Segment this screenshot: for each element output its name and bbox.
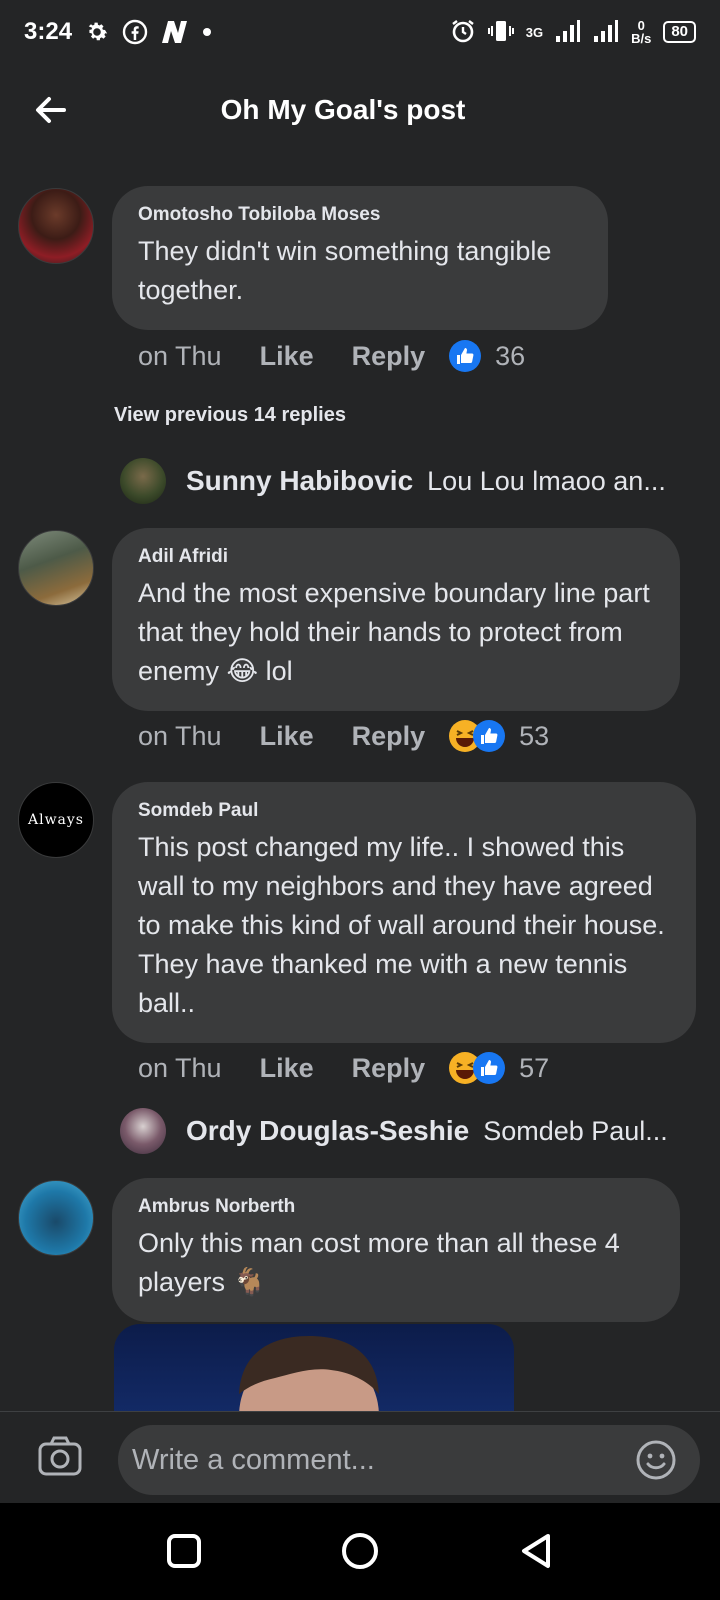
- network-type-label: 3G: [525, 24, 544, 40]
- avatar[interactable]: Always: [18, 782, 94, 858]
- reply-author: Ordy Douglas-Seshie: [186, 1115, 470, 1146]
- comment-actions: on Thu Like Reply 36: [138, 340, 525, 372]
- reply-preview[interactable]: Ordy Douglas-Seshie Somdeb Paul...: [120, 1108, 668, 1154]
- reply-snippet: Lou Lou lmaoo an...: [427, 465, 666, 496]
- system-navigation-bar: [0, 1503, 720, 1600]
- signal-2-icon: [593, 19, 619, 46]
- signal-icon: [555, 19, 581, 46]
- comment-attached-photo[interactable]: [114, 1324, 514, 1414]
- news-app-icon: [160, 19, 190, 45]
- avatar: [120, 1108, 166, 1154]
- reply-button[interactable]: Reply: [352, 1053, 426, 1084]
- reply-button[interactable]: Reply: [352, 341, 426, 372]
- avatar[interactable]: [18, 1180, 94, 1256]
- notification-dot-icon: [202, 27, 212, 37]
- comment-bubble[interactable]: Ambrus Norberth Only this man cost more …: [112, 1178, 680, 1322]
- reply-snippet: Somdeb Paul...: [483, 1115, 668, 1146]
- vibrate-icon: [487, 18, 514, 47]
- reply-author: Sunny Habibovic: [186, 465, 414, 496]
- network-type: 3G: [525, 24, 544, 40]
- avatar[interactable]: [18, 188, 94, 264]
- like-icon: [449, 340, 482, 372]
- like-button[interactable]: Like: [260, 721, 314, 752]
- post-header: Oh My Goal's post: [0, 64, 720, 156]
- avatar-logo-text: Always: [27, 812, 84, 828]
- camera-icon: [38, 1436, 82, 1476]
- status-bar: 3:24 3G 0 B/s 80: [0, 0, 720, 64]
- photo-person-head: [239, 1336, 379, 1414]
- comment-text: And the most expensive boundary line par…: [138, 578, 650, 686]
- comment-author[interactable]: Adil Afridi: [138, 546, 654, 568]
- reply-preview[interactable]: Sunny Habibovic Lou Lou lmaoo an...: [120, 458, 666, 504]
- like-button[interactable]: Like: [260, 1053, 314, 1084]
- comment-actions: on Thu Like Reply 53: [138, 720, 549, 752]
- battery-indicator: 80: [663, 21, 696, 43]
- circle-icon: [342, 1533, 378, 1569]
- like-button[interactable]: Like: [260, 341, 314, 372]
- reaction-count: 57: [519, 1052, 550, 1083]
- square-icon: [167, 1534, 201, 1568]
- reaction-count: 36: [495, 340, 526, 371]
- reaction-summary[interactable]: 57: [449, 1052, 549, 1084]
- comment-bubble[interactable]: Omotosho Tobiloba Moses They didn't win …: [112, 186, 608, 330]
- reply-button[interactable]: Reply: [352, 721, 426, 752]
- comment-bubble[interactable]: Adil Afridi And the most expensive bound…: [112, 528, 680, 711]
- reaction-count: 53: [519, 720, 550, 751]
- reaction-summary[interactable]: 53: [449, 720, 549, 752]
- camera-button[interactable]: [38, 1436, 82, 1476]
- comment-time: on Thu: [138, 720, 222, 751]
- emoji-button[interactable]: [636, 1440, 676, 1480]
- view-previous-replies-link[interactable]: View previous 14 replies: [114, 404, 346, 427]
- triangle-back-icon: [522, 1534, 550, 1568]
- network-speed-unit: B/s: [631, 31, 652, 46]
- status-time: 3:24: [24, 18, 73, 45]
- smiley-icon: [636, 1440, 676, 1480]
- comment-input[interactable]: [118, 1425, 700, 1495]
- recents-button[interactable]: [164, 1531, 204, 1571]
- comment-time: on Thu: [138, 1052, 222, 1083]
- comment-author[interactable]: Somdeb Paul: [138, 800, 670, 822]
- comment-author[interactable]: Omotosho Tobiloba Moses: [138, 204, 582, 226]
- comment-text: They didn't win something tangible toget…: [138, 236, 552, 305]
- back-nav-button[interactable]: [516, 1531, 556, 1571]
- comment-composer: [0, 1411, 720, 1503]
- like-icon: [473, 720, 506, 752]
- comment-actions: on Thu Like Reply 57: [138, 1052, 549, 1084]
- alarm-icon: [450, 18, 476, 47]
- comment-author[interactable]: Ambrus Norberth: [138, 1196, 654, 1218]
- comment-bubble[interactable]: Somdeb Paul This post changed my life.. …: [112, 782, 696, 1043]
- avatar: [120, 458, 166, 504]
- reaction-summary[interactable]: 36: [449, 340, 525, 372]
- home-button[interactable]: [340, 1531, 380, 1571]
- network-speed: 0 B/s: [631, 19, 651, 45]
- comment-time: on Thu: [138, 340, 222, 371]
- comment-text: Only this man cost more than all these 4…: [138, 1228, 620, 1297]
- page-title: Oh My Goal's post: [220, 94, 466, 125]
- like-icon: [473, 1052, 506, 1084]
- settings-gear-icon: [84, 19, 110, 45]
- avatar[interactable]: [18, 530, 94, 606]
- comment-text: This post changed my life.. I showed thi…: [138, 832, 665, 1018]
- facebook-icon: [122, 19, 148, 45]
